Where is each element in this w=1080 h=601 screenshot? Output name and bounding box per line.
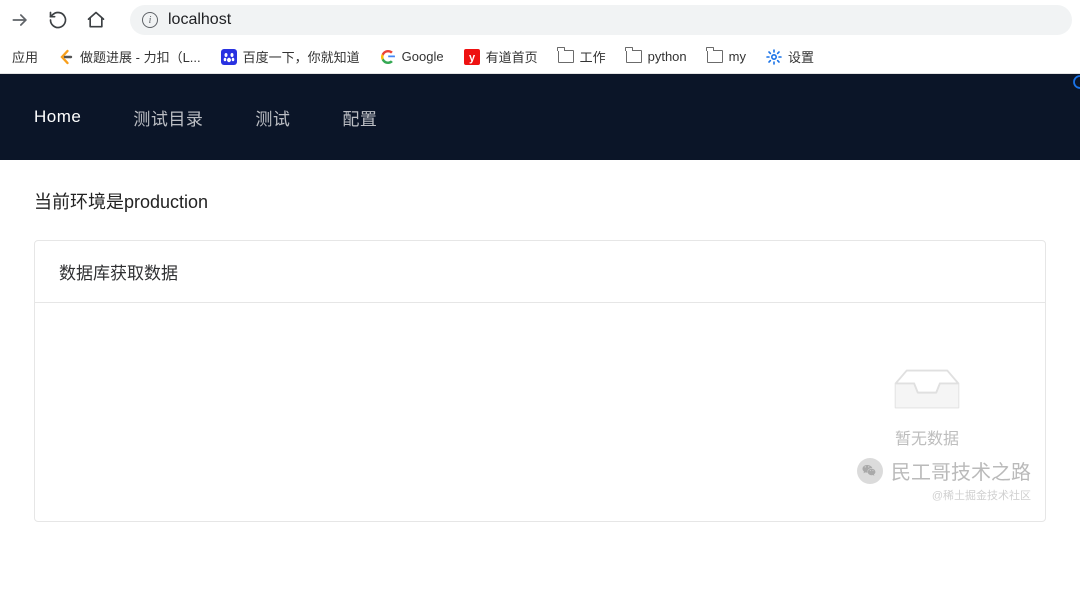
url-text: localhost: [168, 11, 231, 29]
bookmark-label: 有道首页: [486, 47, 538, 66]
card-title: 数据库获取数据: [35, 241, 1045, 303]
bookmark-label: Google: [402, 49, 444, 64]
bookmark-folder-my[interactable]: my: [699, 45, 754, 69]
bookmark-label: 设置: [788, 47, 814, 66]
nav-home[interactable]: Home: [34, 107, 81, 127]
env-label: 当前环境是production: [34, 188, 1046, 214]
bookmarks-bar: 应用 做题进展 - 力扣（L... 百度一下，你就知道 Google y 有道首…: [0, 40, 1080, 74]
browser-toolbar: i localhost: [0, 0, 1080, 40]
site-info-icon[interactable]: i: [142, 12, 158, 28]
svg-text:y: y: [469, 52, 476, 64]
youdao-icon: y: [464, 49, 480, 65]
gear-icon: [766, 49, 782, 65]
empty-state: 暂无数据: [867, 365, 987, 449]
folder-icon: [707, 49, 723, 65]
bookmark-label: 应用: [12, 47, 38, 66]
watermark-sub: @稀土掘金技术社区: [932, 487, 1031, 503]
leetcode-icon: [58, 49, 74, 65]
nav-test[interactable]: 测试: [255, 105, 290, 130]
empty-inbox-icon: [890, 365, 964, 413]
bookmark-leetcode[interactable]: 做题进展 - 力扣（L...: [50, 43, 209, 70]
bookmark-label: 做题进展 - 力扣（L...: [80, 47, 201, 66]
bookmark-label: 百度一下，你就知道: [243, 47, 360, 66]
bookmark-label: python: [648, 49, 687, 64]
folder-icon: [626, 49, 642, 65]
bookmark-label: 工作: [580, 47, 606, 66]
bookmark-youdao[interactable]: y 有道首页: [456, 43, 546, 70]
watermark-title: 民工哥技术之路: [891, 456, 1031, 485]
bookmark-apps[interactable]: 应用: [4, 43, 46, 70]
bookmark-label: my: [729, 49, 746, 64]
bookmark-overflow-icon[interactable]: [1072, 74, 1080, 94]
bookmark-folder-python[interactable]: python: [618, 45, 695, 69]
bookmark-folder-work[interactable]: 工作: [550, 43, 614, 70]
data-card: 数据库获取数据 暂无数据 民工哥技术之: [34, 240, 1046, 522]
bookmark-settings[interactable]: 设置: [758, 43, 822, 70]
wechat-icon: [857, 458, 883, 484]
bookmark-baidu[interactable]: 百度一下，你就知道: [213, 43, 368, 70]
card-body: 暂无数据 民工哥技术之路 @稀土掘金技术社区: [35, 303, 1045, 521]
bookmark-google[interactable]: Google: [372, 45, 452, 69]
reload-button[interactable]: [46, 10, 70, 30]
forward-button[interactable]: [8, 10, 32, 30]
google-icon: [380, 49, 396, 65]
address-bar[interactable]: i localhost: [130, 5, 1072, 35]
empty-text: 暂无数据: [895, 425, 959, 449]
baidu-icon: [221, 49, 237, 65]
app-nav: Home 测试目录 测试 配置: [0, 74, 1080, 160]
watermark: 民工哥技术之路 @稀土掘金技术社区: [857, 456, 1031, 503]
content-area: 当前环境是production 数据库获取数据 暂无数据: [0, 160, 1080, 522]
folder-icon: [558, 49, 574, 65]
nav-test-dir[interactable]: 测试目录: [133, 105, 203, 130]
nav-config[interactable]: 配置: [342, 105, 377, 130]
home-button[interactable]: [84, 10, 108, 30]
